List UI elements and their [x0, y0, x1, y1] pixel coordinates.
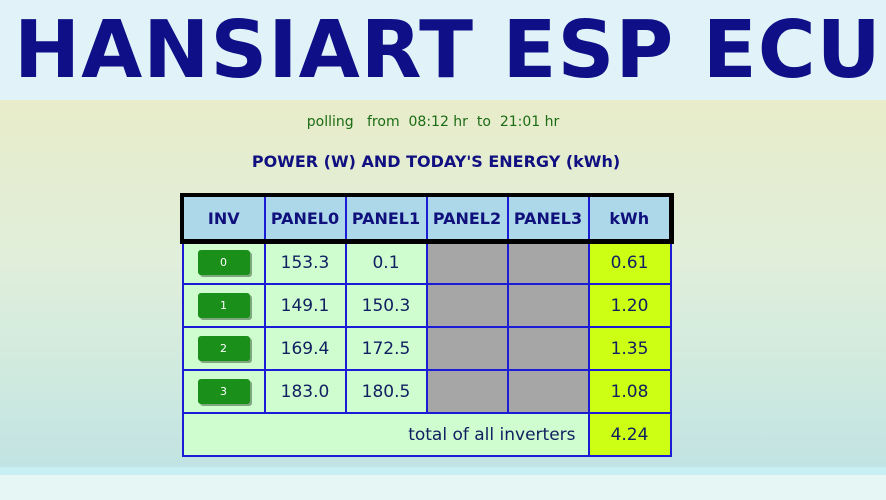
kwh-cell: 0.61: [587, 239, 672, 285]
polling-to-time: 21:01 hr: [499, 114, 560, 130]
section-title: POWER (W) AND TODAY'S ENERGY (kWh): [251, 152, 621, 171]
panel1-cell: 0.1: [344, 239, 428, 285]
page-header: HANSIART ESP ECU: [0, 0, 886, 100]
polling-from-time: 08:12 hr: [408, 114, 468, 130]
inverter-button-2[interactable]: 2: [197, 336, 250, 361]
column-header-panel0: PANEL0: [263, 194, 347, 242]
kwh-cell: 1.35: [587, 326, 672, 371]
table-row: 1 149.1 150.3 1.20: [181, 283, 672, 328]
inverter-button-3[interactable]: 3: [197, 379, 250, 404]
total-row: total of all inverters 4.24: [181, 412, 672, 457]
panel0-cell: 169.4: [263, 326, 347, 371]
panel2-cell: [425, 283, 509, 328]
table-row: 0 153.3 0.1 0.61: [181, 239, 672, 285]
energy-table: INV PANEL0 PANEL1 PANEL2 PANEL3 kWh 0 15…: [179, 192, 674, 457]
column-header-kwh: kWh: [587, 194, 672, 242]
polling-schedule: polling from 08:12 hr to 21:01 hr: [0, 114, 866, 130]
panel3-cell: [506, 239, 590, 285]
panel1-cell: 172.5: [344, 326, 428, 371]
polling-label: polling: [306, 114, 354, 130]
kwh-cell: 1.08: [587, 369, 672, 414]
page-footer: [0, 475, 886, 500]
total-label: total of all inverters: [181, 412, 590, 457]
inverter-button-0[interactable]: 0: [197, 250, 250, 275]
kwh-cell: 1.20: [587, 283, 672, 328]
inv-cell: 1: [181, 283, 266, 328]
panel0-cell: 183.0: [263, 369, 347, 414]
panel3-cell: [506, 283, 590, 328]
column-header-panel3: PANEL3: [506, 194, 590, 242]
panel1-cell: 150.3: [344, 283, 428, 328]
app-title: HANSIART ESP ECU: [14, 4, 882, 96]
inverter-button-1[interactable]: 1: [197, 293, 250, 318]
footer-divider: [0, 467, 886, 475]
table-row: 3 183.0 180.5 1.08: [181, 369, 672, 414]
table-row: 2 169.4 172.5 1.35: [181, 326, 672, 371]
table-header-row: INV PANEL0 PANEL1 PANEL2 PANEL3 kWh: [179, 192, 674, 244]
polling-to-label: to: [476, 114, 491, 130]
inv-cell: 3: [181, 369, 266, 414]
column-header-panel1: PANEL1: [344, 194, 428, 242]
panel0-cell: 153.3: [263, 239, 347, 285]
polling-from-label: from: [367, 114, 400, 130]
panel2-cell: [425, 239, 509, 285]
panel3-cell: [506, 326, 590, 371]
column-header-panel2: PANEL2: [425, 194, 509, 242]
column-header-inv: INV: [181, 194, 266, 242]
total-kwh: 4.24: [587, 412, 672, 457]
inv-cell: 0: [181, 239, 266, 285]
panel0-cell: 149.1: [263, 283, 347, 328]
panel3-cell: [506, 369, 590, 414]
panel2-cell: [425, 326, 509, 371]
inv-cell: 2: [181, 326, 266, 371]
panel2-cell: [425, 369, 509, 414]
panel1-cell: 180.5: [344, 369, 428, 414]
